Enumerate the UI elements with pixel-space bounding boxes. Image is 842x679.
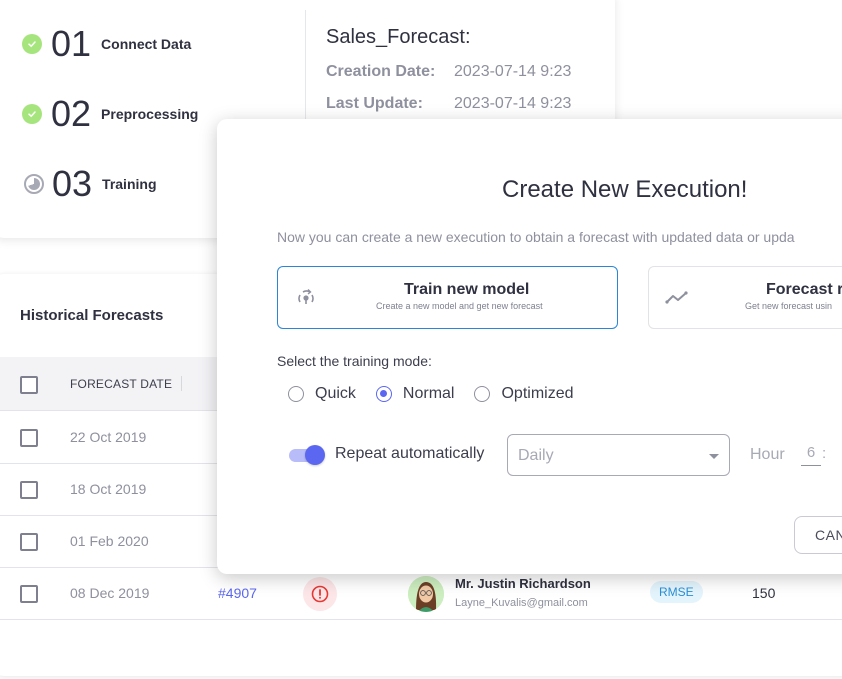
metric-badge: RMSE <box>650 581 703 603</box>
radio-button[interactable] <box>375 386 392 402</box>
row-checkbox[interactable] <box>20 481 38 499</box>
option-forecast[interactable]: Forecast r Get new forecast usin <box>648 266 842 329</box>
forecast-date: 18 Oct 2019 <box>70 481 147 497</box>
frequency-select[interactable]: Daily <box>507 434 730 476</box>
last-update-value: 2023-07-14 9:23 <box>454 95 572 112</box>
app-root: 01 Connect Data 02 Preprocessing 03 Trai… <box>0 0 842 679</box>
step-label: Training <box>102 176 157 192</box>
creation-date-row: Creation Date: 2023-07-14 9:23 <box>326 63 571 81</box>
column-separator[interactable] <box>181 376 182 391</box>
chevron-down-icon <box>709 454 719 459</box>
table-title: Historical Forecasts <box>20 307 164 324</box>
step-label: Preprocessing <box>101 106 199 122</box>
step-label: Connect Data <box>101 36 192 52</box>
frequency-value: Daily <box>518 447 554 464</box>
radio-normal[interactable]: Normal <box>375 385 455 403</box>
step-training[interactable]: 03 Training <box>22 166 157 202</box>
radio-label: Quick <box>315 385 356 402</box>
row-checkbox[interactable] <box>20 585 38 603</box>
training-mode-label: Select the training mode: <box>277 353 432 369</box>
step-connect-data[interactable]: 01 Connect Data <box>22 26 191 62</box>
step-preprocessing[interactable]: 02 Preprocessing <box>22 96 198 132</box>
last-update-row: Last Update: 2023-07-14 9:23 <box>326 95 571 113</box>
step-number: 01 <box>51 23 92 64</box>
person-email: Layne_Kuvalis@gmail.com <box>455 597 588 609</box>
hour-separator: : <box>822 445 827 462</box>
trend-line-icon <box>665 288 688 310</box>
radio-label: Normal <box>402 385 455 402</box>
select-all-checkbox[interactable] <box>20 376 38 394</box>
radio-button[interactable] <box>474 386 491 402</box>
cancel-button[interactable]: CAN <box>794 516 842 554</box>
radio-label: Optimized <box>501 385 574 402</box>
person-name: Mr. Justin Richardson <box>455 576 591 591</box>
option-title: Train new model <box>404 281 530 298</box>
row-checkbox[interactable] <box>20 533 38 551</box>
option-subtitle: Get new forecast usin <box>745 301 833 311</box>
status-badge <box>303 577 337 611</box>
option-train-new-model[interactable]: Train new model Create a new model and g… <box>277 266 618 329</box>
project-title: Sales_Forecast: <box>326 26 471 48</box>
training-mode-radio-group: Quick Normal Optimized <box>288 385 594 403</box>
create-execution-modal: Create New Execution! Now you can create… <box>217 119 842 574</box>
hour-input[interactable]: 6 <box>801 444 821 466</box>
toggle-knob[interactable] <box>305 445 325 465</box>
check-circle-icon <box>22 34 42 54</box>
step-number: 03 <box>52 163 93 204</box>
step-number: 02 <box>51 93 92 134</box>
radio-optimized[interactable]: Optimized <box>474 385 574 403</box>
forecast-date: 01 Feb 2020 <box>70 533 149 549</box>
project-info: Sales_Forecast: Creation Date: 2023-07-1… <box>326 26 571 113</box>
forecast-id-link[interactable]: #4907 <box>218 585 257 601</box>
creation-date-label: Creation Date: <box>326 63 436 80</box>
modal-title: Create New Execution! <box>502 176 748 203</box>
forecast-date: 08 Dec 2019 <box>70 585 150 601</box>
row-checkbox[interactable] <box>20 429 38 447</box>
error-icon <box>311 585 329 603</box>
modal-description: Now you can create a new execution to ob… <box>277 229 795 245</box>
radio-quick[interactable]: Quick <box>288 385 356 403</box>
progress-circle-icon <box>24 174 44 194</box>
check-circle-icon <box>22 104 42 124</box>
retrain-icon <box>295 287 317 309</box>
hour-label: Hour <box>750 446 785 463</box>
option-title: Forecast r <box>766 281 842 298</box>
repeat-label: Repeat automatically <box>335 445 485 462</box>
creation-date-value: 2023-07-14 9:23 <box>454 63 572 80</box>
table-row[interactable]: 08 Dec 2019 #4907 Mr. Justin Richardson … <box>0 568 842 620</box>
forecast-date: 22 Oct 2019 <box>70 429 147 445</box>
radio-button[interactable] <box>288 386 304 402</box>
repeat-toggle[interactable] <box>288 445 328 465</box>
avatar <box>408 576 444 612</box>
metric-value: 150 <box>752 585 776 601</box>
option-subtitle: Create a new model and get new forecast <box>376 301 543 311</box>
column-header-forecast-date[interactable]: FORECAST DATE <box>70 377 172 391</box>
last-update-label: Last Update: <box>326 95 423 112</box>
